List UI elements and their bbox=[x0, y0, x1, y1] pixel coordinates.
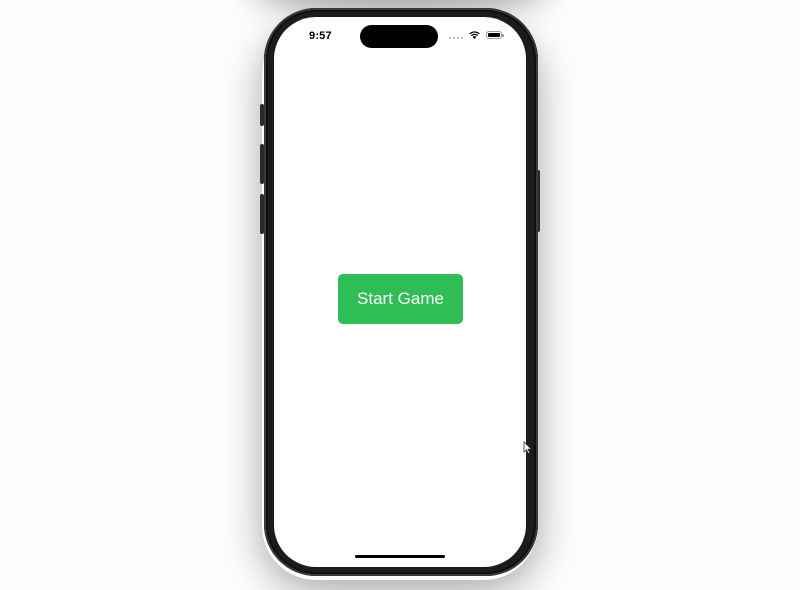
status-time: 9:57 bbox=[309, 30, 332, 42]
start-game-button[interactable]: Start Game bbox=[338, 274, 463, 324]
signal-dots-icon bbox=[449, 31, 463, 39]
dynamic-island bbox=[360, 25, 438, 48]
simulator-stage: 9:57 Start Game bbox=[0, 0, 800, 590]
mouse-pointer-icon bbox=[523, 441, 533, 460]
battery-icon bbox=[486, 31, 504, 39]
battery-level bbox=[488, 33, 500, 37]
status-icons bbox=[449, 31, 504, 39]
wifi-icon bbox=[469, 31, 480, 39]
phone-screen: 9:57 Start Game bbox=[274, 17, 526, 567]
home-indicator[interactable] bbox=[355, 555, 445, 558]
